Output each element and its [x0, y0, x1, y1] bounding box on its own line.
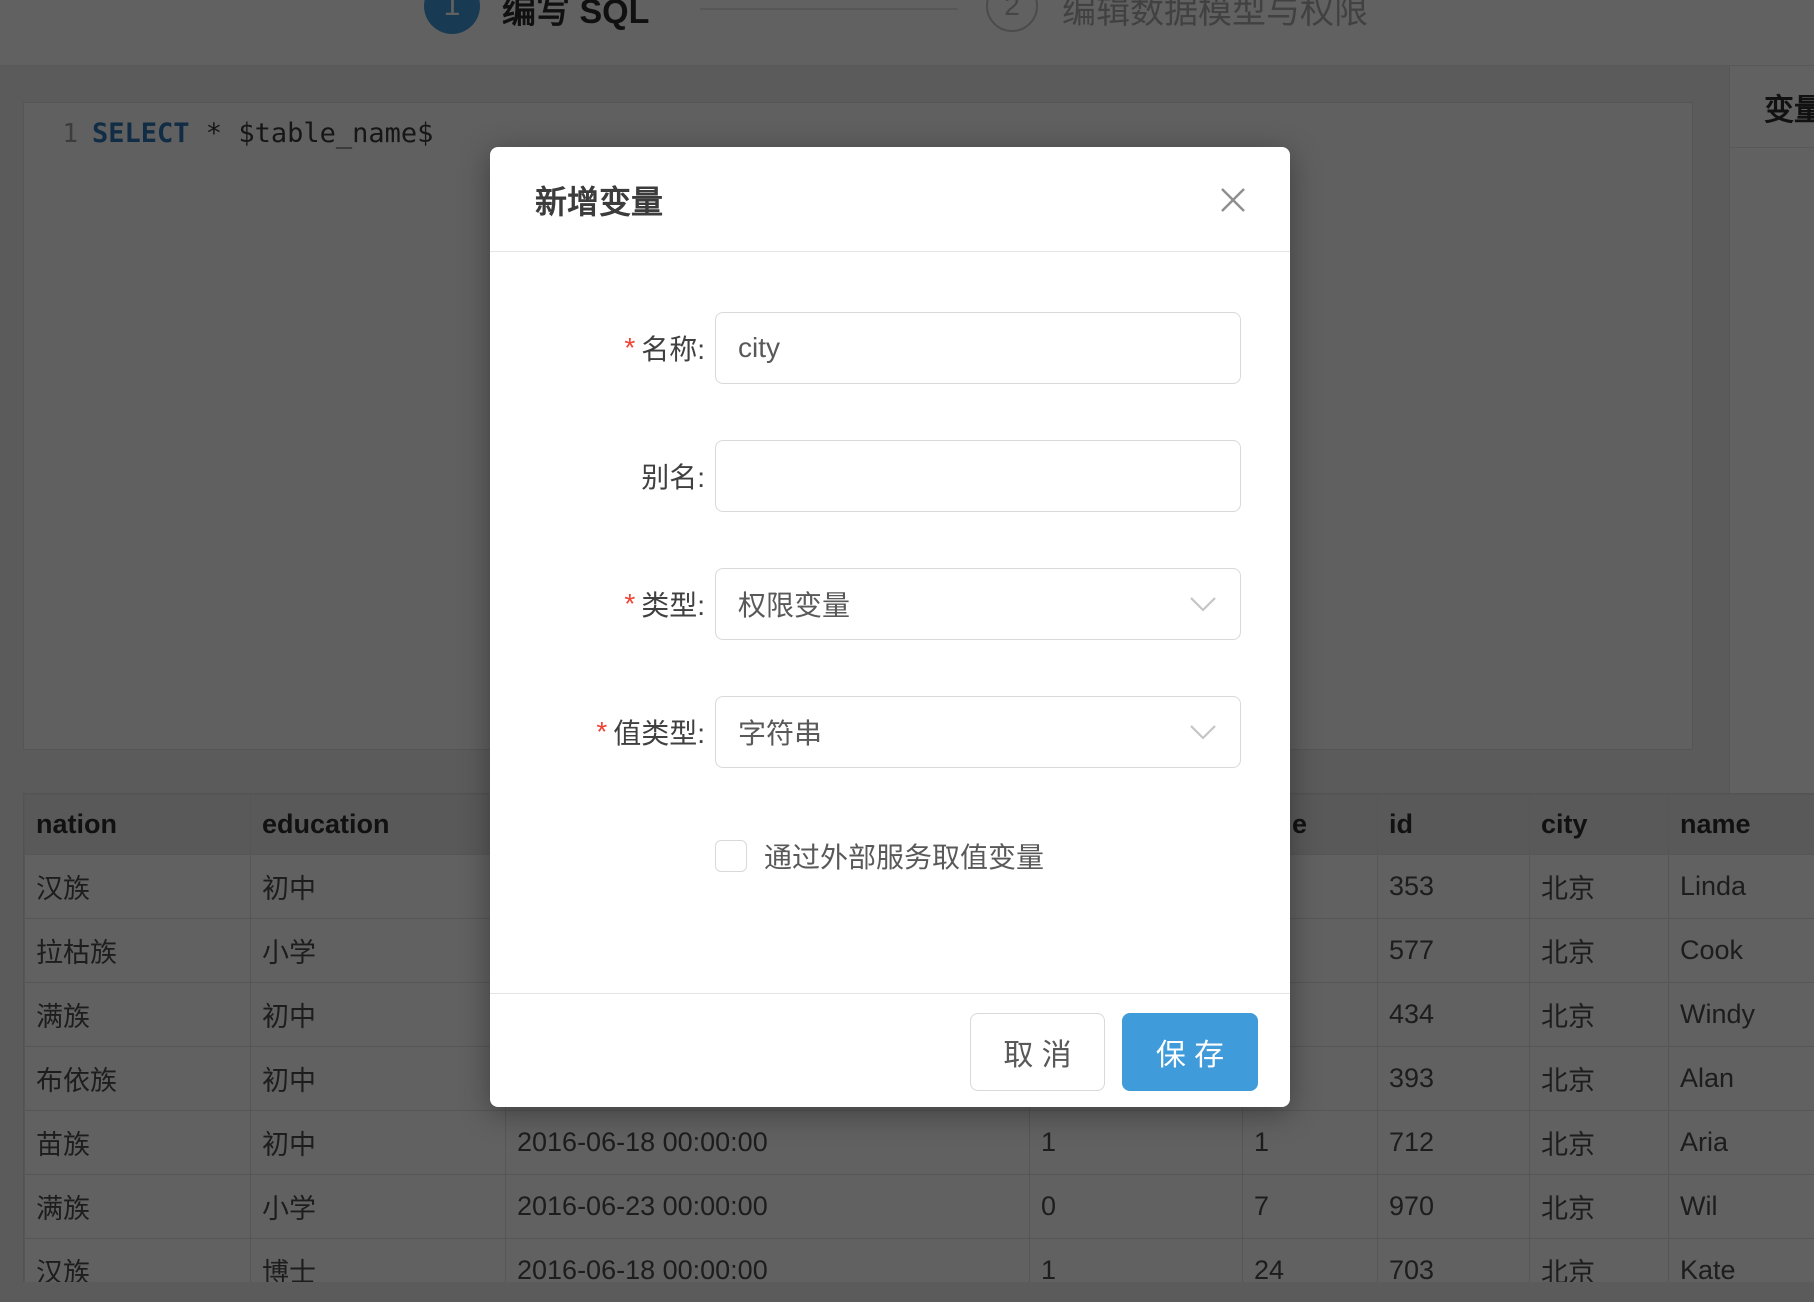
external-service-checkbox[interactable] [715, 840, 747, 872]
field-label: * 值类型: [490, 696, 705, 768]
form-row: * 类型: 权限变量 [490, 568, 1290, 640]
field-label: * 别名: [490, 440, 705, 512]
field-value: 字符串 [738, 712, 822, 752]
field-label-text: 类型: [641, 584, 705, 624]
modal-footer: 取 消 保 存 [490, 993, 1290, 1107]
field-select[interactable]: 字符串 [715, 696, 1241, 768]
save-button[interactable]: 保 存 [1122, 1013, 1258, 1091]
field-label-text: 值类型: [613, 712, 705, 752]
field-input[interactable]: city [715, 312, 1241, 384]
external-service-checkbox-row: 通过外部服务取值变量 [715, 840, 1290, 872]
form-row: * 值类型: 字符串 [490, 696, 1290, 768]
external-service-checkbox-label: 通过外部服务取值变量 [764, 836, 1044, 876]
modal-title: 新增变量 [535, 147, 663, 252]
form-row: * 别名: [490, 440, 1290, 512]
modal-body: * 名称: city * 别名: * 类型: 权限变量 [490, 252, 1290, 872]
field-label: * 类型: [490, 568, 705, 640]
field-label-text: 别名: [641, 456, 705, 496]
required-asterisk: * [624, 588, 635, 620]
field-label: * 名称: [490, 312, 705, 384]
form-row: * 名称: city [490, 312, 1290, 384]
field-value: 权限变量 [738, 584, 850, 624]
field-select[interactable]: 权限变量 [715, 568, 1241, 640]
cancel-button[interactable]: 取 消 [970, 1013, 1105, 1091]
required-asterisk: * [596, 716, 607, 748]
field-label-text: 名称: [641, 328, 705, 368]
chevron-down-icon [1190, 725, 1216, 741]
app-root: 1 编写 SQL 2 编辑数据模型与权限 1SELECT * $table_na… [0, 0, 1814, 1302]
add-variable-modal: 新增变量 * 名称: city * 别名: [490, 147, 1290, 1107]
required-asterisk: * [624, 332, 635, 364]
field-input[interactable] [715, 440, 1241, 512]
close-icon[interactable] [1216, 183, 1250, 217]
chevron-down-icon [1190, 597, 1216, 613]
field-value: city [738, 332, 780, 364]
modal-header: 新增变量 [490, 147, 1290, 252]
